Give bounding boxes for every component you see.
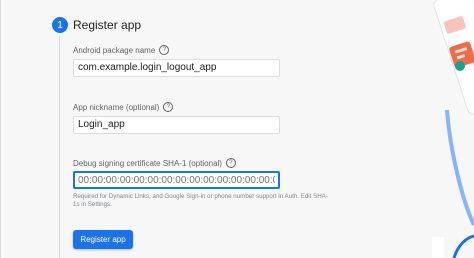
package-name-label-row: Android package name ? — [73, 45, 170, 55]
register-app-button[interactable]: Register app — [73, 230, 133, 249]
sha1-label-row: Debug signing certificate SHA-1 (optiona… — [73, 158, 236, 168]
decorative-phone — [433, 0, 474, 115]
help-icon[interactable]: ? — [163, 102, 174, 112]
decorative-card — [432, 237, 444, 258]
step-number-badge: 1 — [52, 17, 68, 33]
decorative-phone-illustration — [432, 0, 474, 258]
sha1-label: Debug signing certificate SHA-1 (optiona… — [73, 158, 222, 168]
nickname-label: App nickname (optional) — [73, 102, 160, 112]
decorative-curve — [445, 109, 474, 226]
decorative-curve — [452, 234, 474, 258]
step-title: Register app — [73, 18, 142, 32]
package-name-input[interactable] — [73, 59, 280, 77]
stepper-line — [59, 36, 60, 258]
sha1-hint: Required for Dynamic Links, and Google S… — [73, 193, 328, 208]
register-app-panel: 1 Register app Android package name ? Ap… — [0, 0, 474, 258]
decorative-dot — [455, 61, 465, 71]
panel-border — [0, 0, 1, 258]
help-icon[interactable]: ? — [225, 158, 236, 168]
nickname-label-row: App nickname (optional) ? — [73, 102, 174, 112]
nickname-input[interactable] — [73, 116, 280, 134]
package-name-label: Android package name — [73, 45, 156, 55]
help-icon[interactable]: ? — [159, 45, 170, 55]
sha1-input[interactable] — [73, 171, 280, 189]
